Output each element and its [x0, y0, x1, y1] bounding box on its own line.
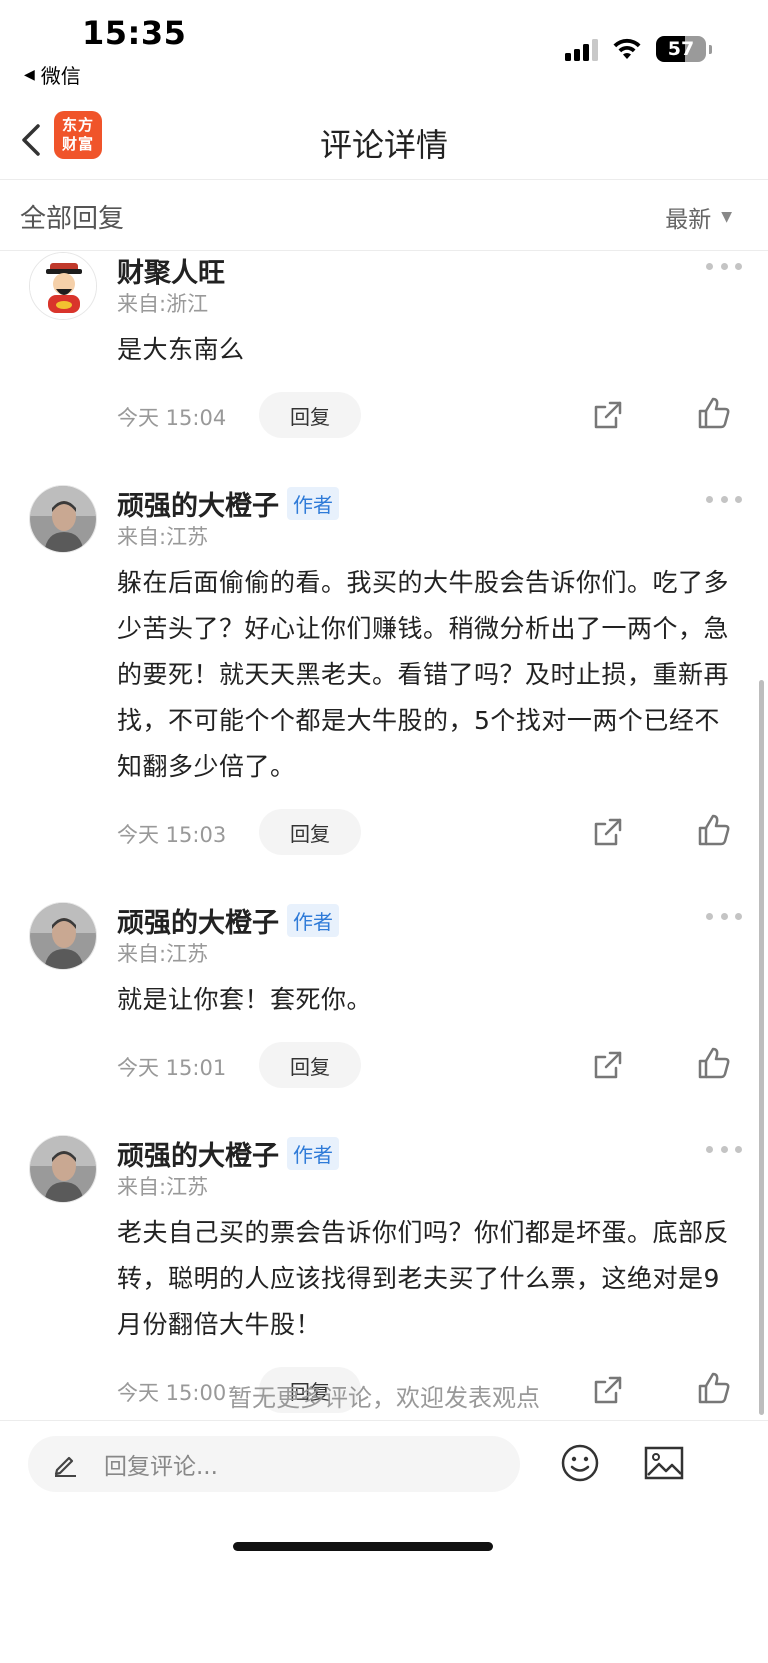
status-bar: 15:35 ◀ 微信 57	[0, 0, 768, 100]
back-app-label: 微信	[40, 64, 81, 88]
thumbs-up-icon[interactable]	[696, 1045, 732, 1081]
signal-icon	[565, 37, 598, 61]
location-label: 来自:浙江	[117, 292, 209, 316]
author-badge: 作者	[287, 903, 339, 937]
avatar[interactable]	[29, 485, 97, 553]
scrollbar[interactable]	[759, 680, 764, 1415]
comment-actions: 今天 15:04 回复	[117, 387, 738, 447]
name-row: 财聚人旺	[117, 251, 738, 290]
god-of-wealth-avatar-icon	[30, 253, 96, 319]
comment-item: 财聚人旺 来自:浙江 是大东南么 今天 15:04 回复	[0, 252, 768, 447]
reply-button[interactable]: 回复	[259, 809, 361, 855]
image-icon[interactable]	[644, 1445, 684, 1481]
more-options-icon[interactable]	[706, 910, 742, 922]
comment-actions: 今天 15:01 回复	[117, 1037, 738, 1097]
battery-tip	[709, 44, 712, 54]
battery-percent: 57	[667, 38, 695, 60]
page-title: 评论详情	[319, 126, 448, 164]
user-photo-avatar-icon	[30, 903, 96, 969]
more-options-icon[interactable]	[706, 1143, 742, 1155]
comment-time: 今天 15:04	[117, 406, 227, 430]
section-header: 全部回复 最新 ▼	[0, 181, 768, 251]
reply-input-placeholder: 回复评论...	[104, 1454, 218, 1480]
wifi-icon	[613, 38, 641, 59]
sort-label: 最新	[665, 207, 712, 233]
author-name[interactable]: 财聚人旺	[117, 251, 225, 290]
comment-text: 就是让你套！套死你。	[117, 985, 373, 1014]
user-photo-avatar-icon	[30, 1136, 96, 1202]
name-row: 顽强的大橙子 作者	[117, 901, 738, 940]
author-badge: 作者	[287, 486, 339, 520]
sort-dropdown[interactable]: 最新 ▼	[665, 200, 732, 234]
bottom-bar: 回复评论...	[0, 1420, 768, 1663]
emoji-icon[interactable]	[560, 1443, 600, 1483]
comment-text: 老夫自己买的票会告诉你们吗？你们都是坏蛋。底部反转，聪明的人应该找得到老夫买了什…	[117, 1218, 730, 1339]
location-label: 来自:江苏	[117, 525, 209, 549]
avatar[interactable]	[29, 252, 97, 320]
battery-icon: 57	[656, 36, 706, 62]
nav-bar: 东方 财富 评论详情	[0, 100, 768, 180]
home-indicator[interactable]	[233, 1542, 493, 1551]
comment-text: 是大东南么	[117, 335, 245, 364]
location-label: 来自:江苏	[117, 942, 209, 966]
author-name[interactable]: 顽强的大橙子	[117, 901, 279, 940]
share-icon[interactable]	[590, 814, 626, 850]
avatar[interactable]	[29, 902, 97, 970]
location-label: 来自:江苏	[117, 1175, 209, 1199]
comment-time: 今天 15:01	[117, 1056, 227, 1080]
reply-button[interactable]: 回复	[259, 392, 361, 438]
back-to-app-link[interactable]: ◀ 微信	[24, 60, 81, 89]
share-icon[interactable]	[590, 397, 626, 433]
comment-list: 财聚人旺 来自:浙江 是大东南么 今天 15:04 回复 顽强的大橙子 作者 来…	[0, 252, 768, 1422]
share-icon[interactable]	[590, 1047, 626, 1083]
thumbs-up-icon[interactable]	[696, 812, 732, 848]
back-triangle-icon: ◀	[24, 66, 35, 83]
user-photo-avatar-icon	[30, 486, 96, 552]
reply-button[interactable]: 回复	[259, 1042, 361, 1088]
thumbs-up-icon[interactable]	[696, 395, 732, 431]
comment-item: 顽强的大橙子 作者 来自:江苏 躲在后面偷偷的看。我买的大牛股会告诉你们。吃了多…	[0, 485, 768, 864]
author-badge: 作者	[287, 1136, 339, 1170]
more-options-icon[interactable]	[706, 493, 742, 505]
section-title: 全部回复	[20, 204, 125, 234]
status-icons: 57	[565, 36, 712, 62]
comment-item: 顽强的大橙子 作者 来自:江苏 就是让你套！套死你。 今天 15:01 回复	[0, 902, 768, 1097]
comment-actions: 今天 15:03 回复	[117, 804, 738, 864]
author-name[interactable]: 顽强的大橙子	[117, 484, 279, 523]
pencil-icon	[54, 1456, 76, 1477]
comment-time: 今天 15:03	[117, 823, 227, 847]
caret-down-icon: ▼	[721, 209, 732, 225]
no-more-comments-note: 暂无更多评论，欢迎发表观点	[228, 1384, 540, 1412]
status-time: 15:35	[82, 14, 187, 52]
avatar[interactable]	[29, 1135, 97, 1203]
reply-input[interactable]: 回复评论...	[28, 1436, 520, 1492]
name-row: 顽强的大橙子 作者	[117, 1134, 738, 1173]
more-options-icon[interactable]	[706, 260, 742, 272]
author-name[interactable]: 顽强的大橙子	[117, 1134, 279, 1173]
comment-text: 躲在后面偷偷的看。我买的大牛股会告诉你们。吃了多少苦头了？好心让你们赚钱。稍微分…	[117, 568, 730, 781]
name-row: 顽强的大橙子 作者	[117, 484, 738, 523]
